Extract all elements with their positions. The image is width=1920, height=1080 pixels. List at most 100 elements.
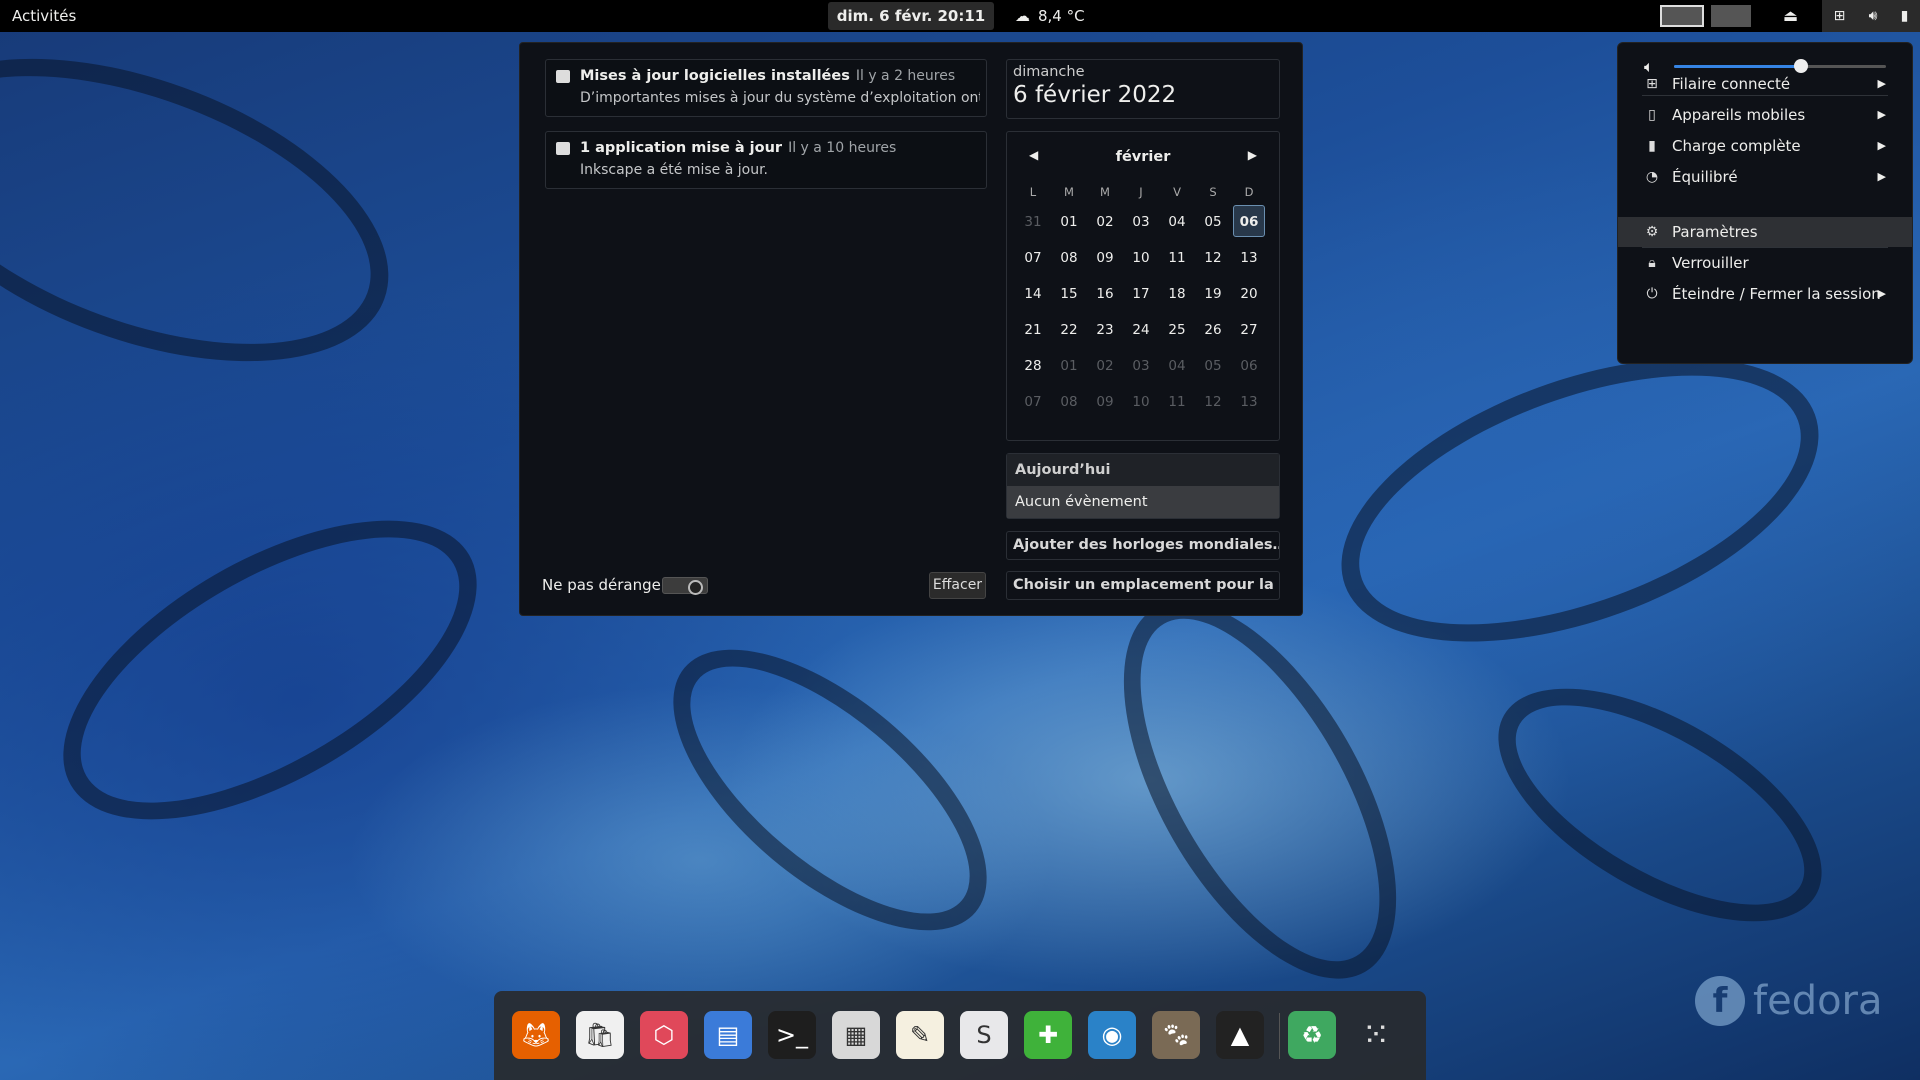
calendar-day[interactable]: 13 (1231, 384, 1267, 420)
weekday-label: S (1209, 185, 1217, 199)
calendar-day[interactable]: 23 (1087, 312, 1123, 348)
calendar-day[interactable]: 26 (1195, 312, 1231, 348)
calendar-day[interactable]: 09 (1087, 384, 1123, 420)
calendar-day[interactable]: 12 (1195, 240, 1231, 276)
calendar-day[interactable]: 07 (1015, 384, 1051, 420)
menu-item-appareils-mobiles[interactable]: ▯ Appareils mobiles ▶ (1618, 100, 1912, 130)
clock-button[interactable]: dim. 6 févr. 20:11 (828, 2, 994, 30)
today-button[interactable]: dimanche 6 février 2022 (1006, 59, 1280, 119)
activities-button[interactable]: Activités (12, 7, 76, 25)
clear-button[interactable]: Effacer (929, 572, 986, 599)
calendar-day[interactable]: 02 (1087, 348, 1123, 384)
weekday-label: M (1100, 185, 1110, 199)
calendar-day[interactable]: 14 (1015, 276, 1051, 312)
calendar-day-today[interactable]: 06 (1231, 204, 1267, 240)
system-indicators[interactable]: ⊞ 🔊︎ ▮ (1822, 0, 1920, 32)
calendar-day[interactable]: 20 (1231, 276, 1267, 312)
calendar-day[interactable]: 21 (1015, 312, 1051, 348)
menu-item-eteindre-fermer-la-session[interactable]: ⏻ Éteindre / Fermer la session ▶ (1618, 279, 1912, 309)
notification[interactable]: Mises à jour logicielles installées Il y … (545, 59, 987, 117)
calendar-day[interactable]: 10 (1123, 240, 1159, 276)
calendar-day[interactable]: 04 (1159, 348, 1195, 384)
calendar-day[interactable]: 04 (1159, 204, 1195, 240)
menu-item-parametres[interactable]: ⚙ Paramètres (1618, 217, 1912, 247)
workspace-2[interactable] (1711, 5, 1751, 27)
calendar-day-number: 20 (1240, 286, 1258, 302)
calendar-day[interactable]: 28 (1015, 348, 1051, 384)
menu-item-verrouiller[interactable]: 🔒︎ Verrouiller (1618, 248, 1912, 278)
dock-app-calculator[interactable]: ▦ (832, 1011, 880, 1059)
events-section[interactable]: Aujourd’hui Aucun évènement (1006, 453, 1280, 519)
calendar-day-number: 08 (1060, 394, 1078, 410)
dock-app-app-grid[interactable]: ⁙ (1352, 1011, 1400, 1059)
dock-app-extensions[interactable]: ✚ (1024, 1011, 1072, 1059)
calendar-day-number: 18 (1168, 286, 1186, 302)
gimp-icon: 🐾︎ (1160, 1021, 1192, 1049)
calendar-day[interactable]: 03 (1123, 348, 1159, 384)
dock-app-gimp[interactable]: 🐾︎ (1152, 1011, 1200, 1059)
dock-app-software[interactable]: 🛍︎ (576, 1011, 624, 1059)
dock-app-files[interactable]: ▤ (704, 1011, 752, 1059)
eject-icon[interactable]: ⏏ (1783, 6, 1798, 25)
notification[interactable]: 1 application mise à jour Il y a 10 heure… (545, 131, 987, 189)
dock-app-toolbox[interactable]: S (960, 1011, 1008, 1059)
calendar-day-number: 06 (1233, 205, 1265, 237)
dock-app-inkscape[interactable]: ▲ (1216, 1011, 1264, 1059)
network-wired-icon: ⊞ (1833, 8, 1846, 24)
submenu-arrow-icon: ▶ (1877, 139, 1886, 152)
calendar-day[interactable]: 01 (1051, 204, 1087, 240)
menu-item-equilibre[interactable]: ◔ Équilibré ▶ (1618, 162, 1912, 192)
notification-time: Il y a 10 heures (788, 140, 897, 156)
menu-item-charge-complete[interactable]: ▮ Charge complète ▶ (1618, 131, 1912, 161)
calendar-day[interactable]: 31 (1015, 204, 1051, 240)
do-not-disturb-toggle[interactable] (662, 577, 708, 595)
inkscape-icon: ▲ (1230, 1021, 1250, 1049)
menu-item-filaire-connecte[interactable]: ⊞ Filaire connecté ▶ (1618, 69, 1912, 99)
dock-app-boxes[interactable]: ⬡ (640, 1011, 688, 1059)
calendar-day-number: 26 (1204, 322, 1222, 338)
calendar-day[interactable]: 01 (1051, 348, 1087, 384)
wallpaper-swirl (626, 598, 1034, 982)
world-clocks-button[interactable]: Ajouter des horloges mondiales… (1006, 531, 1280, 560)
calendar-day[interactable]: 24 (1123, 312, 1159, 348)
calendar-day-number: 04 (1168, 214, 1186, 230)
calendar-day[interactable]: 05 (1195, 348, 1231, 384)
calendar-day[interactable]: 16 (1087, 276, 1123, 312)
calendar-day[interactable]: 17 (1123, 276, 1159, 312)
calendar-day[interactable]: 12 (1195, 384, 1231, 420)
calendar-day[interactable]: 08 (1051, 240, 1087, 276)
calendar-day[interactable]: 06 (1231, 348, 1267, 384)
calendar-day[interactable]: 25 (1159, 312, 1195, 348)
volume-slider[interactable] (1674, 59, 1886, 73)
calendar-day[interactable]: 09 (1087, 240, 1123, 276)
calendar-day[interactable]: 11 (1159, 384, 1195, 420)
calendar-day-number: 27 (1240, 322, 1258, 338)
dock-app-text-editor[interactable]: ✎ (896, 1011, 944, 1059)
calendar-day[interactable]: 22 (1051, 312, 1087, 348)
dock-app-trash[interactable]: ♻ (1288, 1011, 1336, 1059)
dock-app-terminal[interactable]: >_ (768, 1011, 816, 1059)
workspace-1[interactable] (1660, 5, 1704, 27)
calendar-day[interactable]: 03 (1123, 204, 1159, 240)
next-month-icon[interactable]: ▶ (1248, 148, 1257, 162)
calendar-day[interactable]: 13 (1231, 240, 1267, 276)
power-icon: ⏻ (1646, 286, 1658, 302)
calendar-day[interactable]: 18 (1159, 276, 1195, 312)
calendar-day[interactable]: 15 (1051, 276, 1087, 312)
dock-app-firefox[interactable]: 🦊︎ (512, 1011, 560, 1059)
dock-app-screenshot[interactable]: ◉ (1088, 1011, 1136, 1059)
calendar-day[interactable]: 27 (1231, 312, 1267, 348)
calendar-day[interactable]: 02 (1087, 204, 1123, 240)
power-profile-icon: ◔ (1645, 169, 1659, 185)
calendar-day[interactable]: 05 (1195, 204, 1231, 240)
calendar-day[interactable]: 08 (1051, 384, 1087, 420)
calendar-day[interactable]: 19 (1195, 276, 1231, 312)
volume-slider-fill (1674, 65, 1802, 68)
calendar-day[interactable]: 07 (1015, 240, 1051, 276)
weather-indicator[interactable]: ☁ 8,4 °C (1015, 7, 1085, 25)
calendar-day-number: 13 (1240, 250, 1258, 266)
weather-temperature: 8,4 °C (1038, 7, 1085, 25)
calendar-day[interactable]: 11 (1159, 240, 1195, 276)
weather-location-button[interactable]: Choisir un emplacement pour la mét… (1006, 571, 1280, 600)
calendar-day[interactable]: 10 (1123, 384, 1159, 420)
